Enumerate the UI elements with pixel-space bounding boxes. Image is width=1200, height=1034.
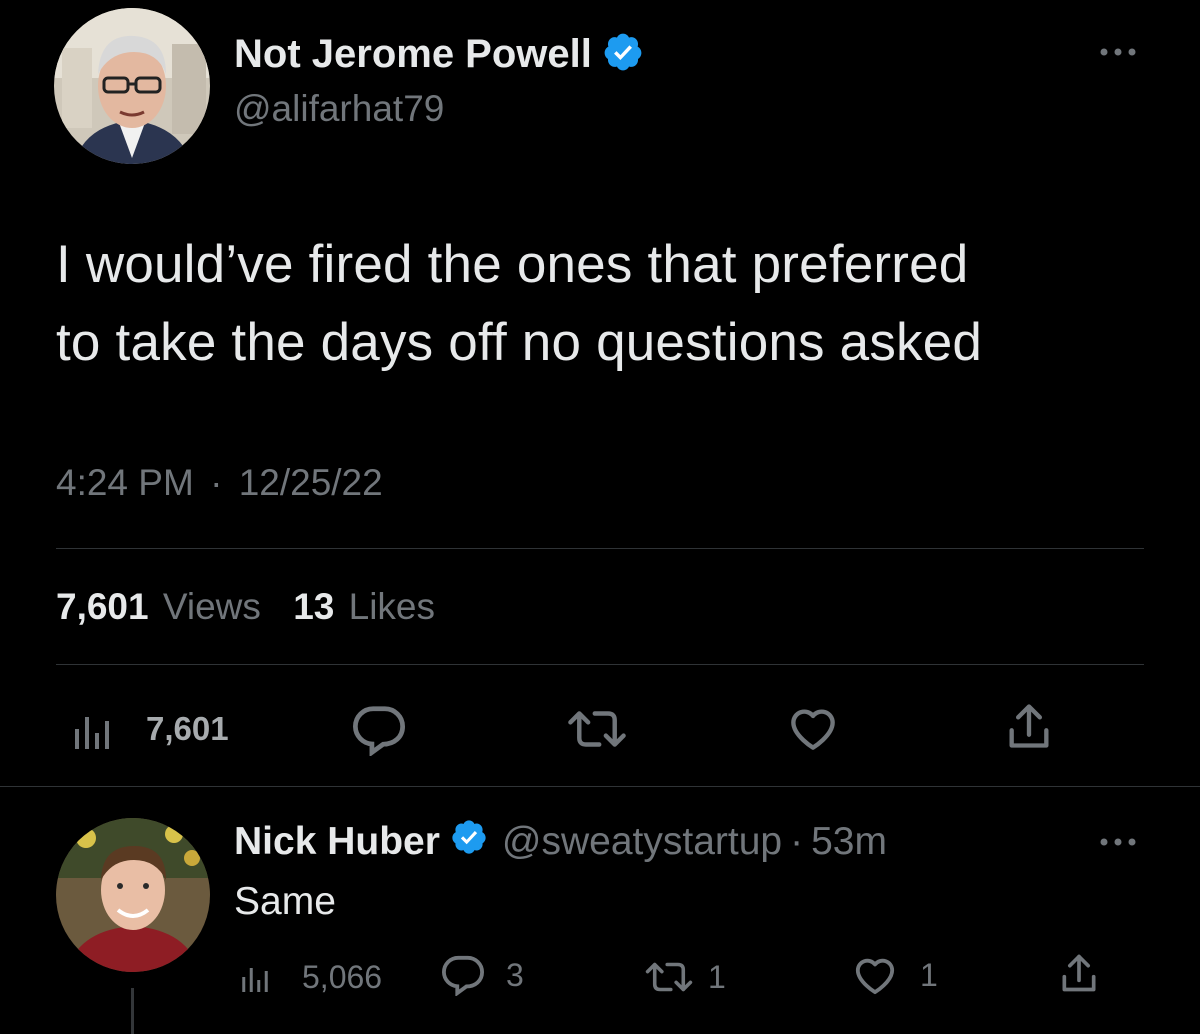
tweet-time[interactable]: 4:24 PM: [56, 462, 194, 503]
reply-author-display-name[interactable]: Nick Huber: [234, 820, 440, 864]
like-button[interactable]: [786, 704, 840, 752]
author-name-row[interactable]: Not Jerome Powell: [234, 28, 644, 80]
verified-badge-icon: [602, 31, 644, 78]
reply-verified-badge-icon: [450, 818, 488, 866]
analytics-button[interactable]: 7,601: [72, 704, 229, 754]
more-options-icon[interactable]: [1096, 44, 1140, 60]
divider-bottom: [56, 664, 1144, 665]
share-icon: [1004, 700, 1054, 752]
author-avatar[interactable]: [54, 8, 210, 164]
retweet-button[interactable]: [566, 706, 628, 752]
reply-retweet-button[interactable]: 1: [644, 954, 726, 1000]
reply-bar-chart-icon: [240, 959, 276, 995]
reply-separator: ·: [790, 820, 804, 863]
reply-heart-icon: [852, 954, 898, 996]
reply-author-handle[interactable]: @sweatystartup: [502, 820, 782, 864]
reply-like-button[interactable]: 1: [852, 952, 938, 998]
tweet-date[interactable]: 12/25/22: [239, 462, 383, 503]
reply-retweet-count: 1: [708, 958, 726, 995]
bar-chart-icon: [72, 707, 120, 751]
likes-label[interactable]: Likes: [349, 586, 435, 627]
tweet-timestamp[interactable]: 4:24 PM · 12/25/22: [56, 462, 383, 504]
reply-analytics-button[interactable]: 5,066: [240, 954, 382, 1000]
reply-analytics-count: 5,066: [302, 958, 383, 995]
views-count: 7,601: [56, 586, 149, 627]
thread-line: [131, 988, 134, 1034]
reply-like-count: 1: [920, 956, 938, 993]
section-divider: [0, 786, 1200, 787]
reply-author-avatar[interactable]: [56, 818, 210, 972]
reply-reply-button[interactable]: 3: [440, 952, 524, 998]
tweet-text: I would’ve fired the ones that preferred…: [56, 226, 1166, 382]
reply-text: Same: [234, 880, 336, 923]
views-label: Views: [162, 586, 261, 627]
heart-icon: [786, 704, 840, 752]
reply-bubble-icon: [440, 954, 486, 996]
reply-share-icon: [1058, 951, 1100, 995]
reply-button[interactable]: [350, 704, 408, 756]
share-button[interactable]: [1004, 700, 1054, 752]
reply-reply-count: 3: [506, 956, 524, 993]
divider-top: [56, 548, 1144, 549]
tweet-text-line-2: to take the days off no questions asked: [56, 313, 983, 372]
retweet-icon: [566, 706, 628, 752]
reply-retweet-icon: [644, 959, 694, 995]
author-handle[interactable]: @alifarhat79: [234, 88, 444, 130]
tweet-stats: 7,601 Views 13 Likes: [56, 586, 435, 628]
analytics-count: 7,601: [146, 710, 229, 747]
likes-link[interactable]: 13 Likes: [293, 586, 435, 627]
reply-more-options-icon[interactable]: [1096, 834, 1140, 850]
author-display-name[interactable]: Not Jerome Powell: [234, 32, 592, 77]
tweet-text-line-1: I would’ve fired the ones that preferred: [56, 235, 969, 294]
reply-bubble-icon: [350, 704, 408, 756]
likes-count[interactable]: 13: [293, 586, 334, 627]
meta-separator: ·: [210, 462, 223, 503]
reply-header: Nick Huber @sweatystartup · 53m: [234, 818, 887, 866]
reply-age[interactable]: 53m: [811, 820, 887, 864]
reply-share-button[interactable]: [1058, 950, 1100, 996]
